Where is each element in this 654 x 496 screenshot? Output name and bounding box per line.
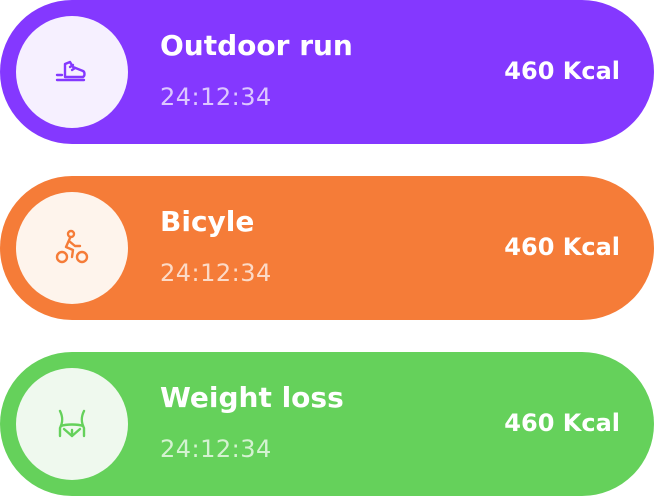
activity-list: Outdoor run 24:12:34 460 Kcal Bicyle 24:… [0,0,654,496]
activity-duration: 24:12:34 [160,259,272,287]
waist-icon [58,409,86,438]
activity-card-bicycle[interactable]: Bicyle 24:12:34 460 Kcal [0,176,654,320]
activity-calories: 460 Kcal [504,233,620,261]
activity-card-outdoor-run[interactable]: Outdoor run 24:12:34 460 Kcal [0,0,654,144]
activity-card-weight-loss[interactable]: Weight loss 24:12:34 460 Kcal [0,352,654,496]
activity-icon-container [16,368,128,480]
activity-title: Outdoor run [160,29,353,62]
activity-title: Weight loss [160,381,344,414]
activity-duration: 24:12:34 [160,435,272,463]
activity-title: Bicyle [160,205,255,238]
activity-calories: 460 Kcal [504,57,620,85]
bicycle-rider-icon [55,229,89,264]
activity-calories: 460 Kcal [504,409,620,437]
activity-duration: 24:12:34 [160,83,272,111]
activity-icon-container [16,192,128,304]
running-shoe-icon [55,60,86,82]
activity-icon-container [16,16,128,128]
